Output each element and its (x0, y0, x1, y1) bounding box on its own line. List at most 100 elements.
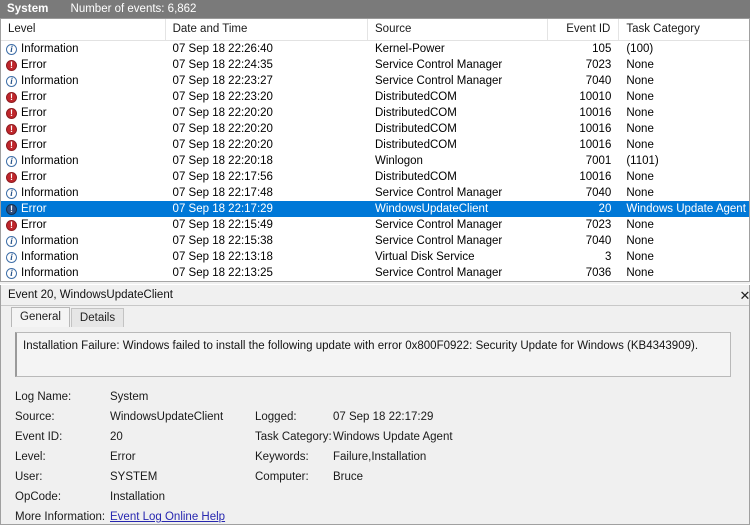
table-row[interactable]: Error 07 Sep 18 22:20:20 DistributedCOM 100… (1, 121, 749, 137)
field-label: Keywords: (255, 451, 309, 463)
cell-date-and-time: 07 Sep 18 22:15:38 (172, 235, 273, 247)
cell-event-id: 10016 (579, 171, 612, 183)
tab-details[interactable]: Details (70, 308, 125, 327)
field-value: SYSTEM (110, 471, 158, 483)
column-header-task-category[interactable]: Task Category (619, 19, 749, 40)
field-row: Log Name: System (15, 391, 255, 411)
cell-event-id: 7023 (585, 219, 612, 231)
field-value: Failure,Installation (333, 451, 427, 463)
table-row[interactable]: Error 07 Sep 18 22:17:56 DistributedCOM 100… (1, 169, 749, 185)
cell-date-and-time: 07 Sep 18 22:17:56 (172, 171, 273, 183)
cell-date-and-time: 07 Sep 18 22:20:20 (172, 123, 273, 135)
cell-task-category: Windows Update Agent (626, 203, 746, 215)
cell-level-label: Error (21, 171, 47, 183)
cell-level: Information (1, 265, 166, 281)
log-status-bar: System Number of events: 6,862 (0, 0, 750, 19)
table-row[interactable]: Information 07 Sep 18 22:13:18 Virtual Dis… (1, 249, 749, 265)
event-list-header[interactable]: Level Date and Time Source Event ID Task… (1, 19, 749, 41)
event-log-online-help-link[interactable]: Event Log Online Help (110, 511, 225, 523)
cell-event-id: 7040 (585, 235, 612, 247)
event-list-rows[interactable]: Information 07 Sep 18 22:26:40 Kernel-Powe… (1, 41, 749, 281)
cell-task-category: None (626, 139, 654, 151)
cell-level: Information (1, 249, 166, 265)
field-row: Task Category: Windows Update Agent (255, 431, 575, 451)
table-row[interactable]: Error 07 Sep 18 22:20:20 DistributedCOM 100… (1, 137, 749, 153)
table-row[interactable]: Information 07 Sep 18 22:13:25 Service Con… (1, 265, 749, 281)
cell-task-category: None (626, 251, 654, 263)
cell-date-and-time: 07 Sep 18 22:23:20 (172, 91, 273, 103)
tab-general[interactable]: General (11, 307, 70, 327)
event-message-text: Installation Failure: Windows failed to … (23, 340, 699, 352)
cell-source: DistributedCOM (375, 171, 457, 183)
detail-tabs[interactable]: General Details (1, 306, 749, 327)
table-row[interactable]: Information 07 Sep 18 22:15:38 Service Con… (1, 233, 749, 249)
cell-level-label: Error (21, 203, 47, 215)
cell-task-category: None (626, 187, 654, 199)
event-message-box[interactable]: Installation Failure: Windows failed to … (15, 332, 731, 377)
cell-level-label: Error (21, 107, 47, 119)
information-icon (6, 251, 17, 263)
error-icon (6, 59, 17, 71)
event-list-pane[interactable]: Level Date and Time Source Event ID Task… (0, 19, 750, 281)
field-label: User: (15, 471, 43, 483)
cell-level: Information (1, 233, 166, 249)
field-row: Logged: 07 Sep 18 22:17:29 (255, 411, 575, 431)
cell-source: DistributedCOM (375, 91, 457, 103)
error-icon (6, 123, 17, 135)
cell-event-id: 7040 (585, 187, 612, 199)
field-label: Computer: (255, 471, 309, 483)
cell-task-category: (100) (626, 43, 654, 55)
field-label: Level: (15, 451, 46, 463)
cell-level: Information (1, 153, 166, 169)
field-value: System (110, 391, 149, 403)
cell-date-and-time: 07 Sep 18 22:23:27 (172, 75, 273, 87)
field-row: OpCode: Installation (15, 491, 255, 511)
table-row[interactable]: Error 07 Sep 18 22:20:20 DistributedCOM 100… (1, 105, 749, 121)
field-value: Windows Update Agent (333, 431, 453, 443)
cell-task-category: None (626, 123, 654, 135)
column-header-date-and-time[interactable]: Date and Time (166, 19, 368, 40)
information-icon (6, 267, 17, 279)
event-fields: Log Name: System Source: WindowsUpdateClien… (15, 391, 749, 531)
event-detail-pane: Event 20, WindowsUpdateClient ✕ General … (0, 285, 750, 525)
information-icon (6, 235, 17, 247)
log-name-label: System (7, 3, 49, 15)
cell-source: Service Control Manager (375, 187, 503, 199)
cell-date-and-time: 07 Sep 18 22:20:18 (172, 155, 273, 167)
table-row[interactable]: Error 07 Sep 18 22:15:49 Service Control M… (1, 217, 749, 233)
cell-event-id: 105 (592, 43, 612, 55)
cell-event-id: 20 (598, 203, 612, 215)
cell-level-label: Information (21, 267, 79, 279)
error-icon (6, 91, 17, 103)
cell-task-category: None (626, 75, 654, 87)
field-value: 07 Sep 18 22:17:29 (333, 411, 434, 423)
field-row: Source: WindowsUpdateClient (15, 411, 255, 431)
event-count-label: Number of events: 6,862 (70, 3, 197, 15)
cell-level-label: Information (21, 43, 79, 55)
field-label: Task Category: (255, 431, 332, 443)
column-header-level[interactable]: Level (1, 19, 166, 40)
cell-task-category: None (626, 107, 654, 119)
cell-source: DistributedCOM (375, 107, 457, 119)
column-header-source[interactable]: Source (368, 19, 548, 40)
close-icon[interactable]: ✕ (737, 286, 750, 305)
more-information-label: More Information: (15, 511, 106, 523)
table-row[interactable]: Error 07 Sep 18 22:17:29 WindowsUpdateClie… (1, 201, 749, 217)
table-row[interactable]: Information 07 Sep 18 22:20:18 Winlogon 700… (1, 153, 749, 169)
error-icon (6, 203, 17, 215)
table-row[interactable]: Information 07 Sep 18 22:23:27 Service Con… (1, 73, 749, 89)
table-row[interactable]: Information 07 Sep 18 22:26:40 Kernel-Powe… (1, 41, 749, 57)
cell-level: Error (1, 105, 166, 121)
error-icon (6, 107, 17, 119)
field-label: Logged: (255, 411, 297, 423)
table-row[interactable]: Information 07 Sep 18 22:17:48 Service Con… (1, 185, 749, 201)
cell-date-and-time: 07 Sep 18 22:26:40 (172, 43, 273, 55)
information-icon (6, 187, 17, 199)
table-row[interactable]: Error 07 Sep 18 22:23:20 DistributedCOM 100… (1, 89, 749, 105)
column-header-event-id[interactable]: Event ID (548, 19, 620, 40)
table-row[interactable]: Error 07 Sep 18 22:24:35 Service Control M… (1, 57, 749, 73)
cell-task-category: None (626, 171, 654, 183)
cell-level-label: Information (21, 75, 79, 87)
cell-event-id: 7040 (585, 75, 612, 87)
cell-level: Error (1, 169, 166, 185)
